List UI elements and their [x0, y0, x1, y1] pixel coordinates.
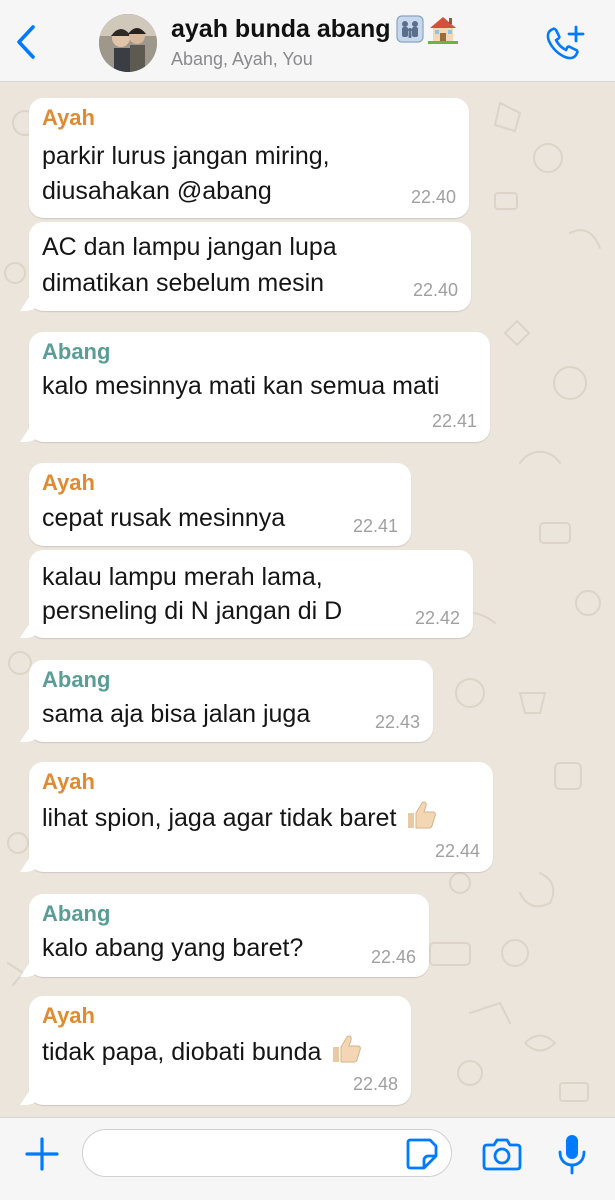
message-text: lihat spion, jaga agar tidak baret — [42, 799, 437, 837]
group-avatar[interactable] — [99, 14, 157, 72]
message-time: 22.40 — [410, 187, 456, 207]
message-sender: Ayah — [42, 1003, 95, 1028]
message-text-content: lihat spion, jaga agar tidak baret — [42, 804, 397, 832]
message-sender: Abang — [42, 667, 111, 692]
thumbs-up-icon — [408, 801, 437, 829]
message-bubble[interactable]: Ayah cepat rusak mesinnya 22.41 — [29, 463, 411, 546]
message-bubble[interactable]: Abang kalo mesinnya mati kan semua mati … — [29, 332, 490, 442]
message-text: AC dan lampu jangan lupa — [42, 233, 337, 261]
message-text: kalo abang yang baret? — [42, 934, 304, 962]
message-bubble[interactable]: kalau lampu merah lama, persneling di N … — [29, 550, 473, 638]
attach-button[interactable] — [22, 1134, 62, 1174]
message-text: kalo mesinnya mati kan semua mati — [42, 372, 440, 400]
message-bubble[interactable]: AC dan lampu jangan lupa dimatikan sebel… — [29, 222, 471, 311]
message-sender: Ayah — [42, 769, 95, 794]
chat-area[interactable]: Ayah parkir lurus jangan miring, diusaha… — [0, 83, 615, 1117]
plus-icon — [25, 1137, 59, 1171]
message-sender: Ayah — [42, 470, 95, 495]
chat-title[interactable]: ayah bunda abang — [171, 14, 459, 44]
message-time: 22.43 — [374, 712, 420, 732]
house-icon — [428, 17, 459, 44]
message-bubble[interactable]: Ayah tidak papa, diobati bunda 22.48 — [29, 996, 411, 1105]
message-bubble[interactable]: Ayah parkir lurus jangan miring, diusaha… — [29, 98, 469, 218]
composer-bar — [0, 1117, 615, 1200]
microphone-button[interactable] — [556, 1132, 588, 1176]
message-bubble[interactable]: Ayah lihat spion, jaga agar tidak baret … — [29, 762, 493, 872]
chat-participants: Abang, Ayah, You — [171, 49, 313, 69]
message-time: 22.44 — [434, 841, 480, 861]
message-time: 22.48 — [352, 1074, 398, 1094]
message-time: 22.46 — [370, 947, 416, 967]
message-time: 22.42 — [414, 608, 460, 628]
message-text: persneling di N jangan di D — [42, 597, 343, 625]
phone-add-icon — [546, 25, 585, 60]
microphone-icon — [558, 1135, 586, 1175]
camera-button[interactable] — [481, 1136, 523, 1172]
message-text: diusahakan @abang — [42, 177, 272, 205]
add-call-button[interactable] — [543, 24, 587, 64]
message-text: dimatikan sebelum mesin — [42, 269, 325, 297]
family-icon — [396, 15, 425, 43]
thumbs-up-icon — [333, 1035, 362, 1063]
message-input[interactable] — [82, 1129, 452, 1177]
message-sender: Abang — [42, 339, 111, 364]
message-time: 22.41 — [352, 516, 398, 536]
chat-header: ayah bunda abang Abang, Ayah, You — [0, 0, 615, 82]
message-text: tidak papa, diobati bunda — [42, 1033, 362, 1071]
message-text: parkir lurus jangan miring, — [42, 142, 330, 170]
message-bubble[interactable]: Abang kalo abang yang baret? 22.46 — [29, 894, 429, 977]
message-sender: Ayah — [42, 105, 95, 130]
message-text: sama aja bisa jalan juga — [42, 700, 311, 728]
message-time: 22.41 — [431, 411, 477, 431]
message-text: kalau lampu merah lama, — [42, 563, 323, 591]
message-text: cepat rusak mesinnya — [42, 504, 286, 532]
chevron-left-icon — [17, 25, 35, 59]
sticker-icon — [406, 1138, 438, 1170]
back-button[interactable] — [6, 20, 46, 64]
message-bubble[interactable]: Abang sama aja bisa jalan juga 22.43 — [29, 660, 433, 742]
message-text-content: tidak papa, diobati bunda — [42, 1038, 322, 1066]
chat-title-text: ayah bunda abang — [171, 14, 391, 43]
sticker-button[interactable] — [405, 1137, 439, 1171]
message-sender: Abang — [42, 901, 111, 926]
camera-icon — [482, 1138, 522, 1171]
message-time: 22.40 — [412, 280, 458, 300]
